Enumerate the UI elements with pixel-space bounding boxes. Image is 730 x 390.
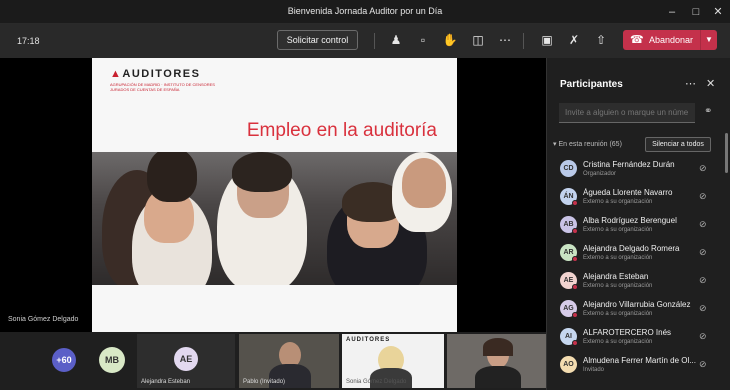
mute-all-button[interactable]: Silenciar a todos bbox=[645, 137, 711, 152]
participant-role: Externo a su organización bbox=[583, 199, 653, 205]
panel-title: Participantes bbox=[560, 79, 623, 90]
participant-tile-name: Alejandra Esteban bbox=[141, 379, 191, 385]
avatar[interactable]: MB bbox=[99, 347, 125, 373]
close-icon[interactable]: ✕ bbox=[706, 77, 715, 90]
section-header[interactable]: ▾ En esta reunión (65) bbox=[553, 140, 622, 148]
minimize-icon[interactable]: – bbox=[664, 4, 680, 20]
window-title: Bienvenida Jornada Auditor por un Día bbox=[287, 6, 443, 16]
phone-hangup-icon: ☎ bbox=[630, 34, 644, 46]
participant-tile-name: Sonia Gómez Delgado bbox=[346, 379, 407, 385]
participant-name: Alejandra Esteban bbox=[583, 272, 649, 281]
photo-person bbox=[147, 152, 197, 202]
meeting-timer: 17:18 bbox=[17, 36, 40, 46]
participant-name: Cristina Fernández Durán bbox=[583, 160, 675, 169]
participant-name: Águeda Llorente Navarro bbox=[583, 188, 673, 197]
avatar: AE bbox=[174, 347, 198, 371]
participant-row[interactable]: AR Alejandra Delgado Romera Externo a su o… bbox=[547, 239, 723, 267]
presence-status-icon bbox=[572, 228, 578, 234]
video-person bbox=[370, 368, 412, 388]
participant-name: Almudena Ferrer Martín de Ol... bbox=[583, 356, 696, 365]
presence-status-icon bbox=[572, 284, 578, 290]
invite-input[interactable] bbox=[559, 103, 695, 123]
slide-headline: Empleo en la auditoría bbox=[246, 120, 437, 141]
title-bar: Bienvenida Jornada Auditor por un Día – … bbox=[0, 0, 730, 24]
participant-name: ALFAROTERCERO Inés bbox=[583, 328, 672, 337]
mic-off-icon[interactable]: ⊘ bbox=[699, 191, 707, 202]
participant-name: Alba Rodríguez Berenguel bbox=[583, 216, 677, 225]
video-person bbox=[475, 366, 521, 388]
mic-off-icon[interactable]: ⊘ bbox=[699, 275, 707, 286]
maximize-icon[interactable]: □ bbox=[688, 4, 704, 20]
participant-tile[interactable]: AE Alejandra Esteban bbox=[137, 334, 235, 388]
avatar: AO bbox=[560, 356, 577, 373]
participant-role: Invitado bbox=[583, 367, 605, 373]
participant-role: Externo a su organización bbox=[583, 283, 653, 289]
presence-status-icon bbox=[572, 340, 578, 346]
leave-button[interactable]: ☎ Abandonar ▼ bbox=[623, 30, 717, 50]
mic-off-icon[interactable]: ⊘ bbox=[699, 219, 707, 230]
participant-name: Alejandro Villarrubia González bbox=[583, 300, 691, 309]
presence-status-icon bbox=[572, 256, 578, 262]
more-options-icon[interactable]: ⋯ bbox=[685, 77, 696, 90]
chat-icon[interactable]: ▫ bbox=[414, 31, 432, 49]
avatar: CD bbox=[560, 160, 577, 177]
participant-row[interactable]: ÁN Águeda Llorente Navarro Externo a su or… bbox=[547, 183, 723, 211]
participant-row[interactable]: AB Alba Rodríguez Berenguel Externo a su o… bbox=[547, 211, 723, 239]
participant-tile[interactable] bbox=[447, 334, 546, 388]
presence-status-icon bbox=[572, 200, 578, 206]
participant-role: Externo a su organización bbox=[583, 311, 653, 317]
presentation-slide: ▲AUDITORES AGRUPACIÓN DE MADRID · INSTIT… bbox=[92, 58, 457, 332]
video-strip: +60 MB AE Alejandra Esteban Pablo (Invit… bbox=[0, 332, 546, 390]
slide-photo bbox=[92, 152, 457, 285]
share-tray-icon[interactable]: ◫ bbox=[469, 31, 487, 49]
scrollbar[interactable] bbox=[725, 133, 728, 173]
camera-icon[interactable]: ▣ bbox=[538, 31, 556, 49]
participant-row[interactable]: AG Alejandro Villarrubia González Externo … bbox=[547, 295, 723, 323]
toolbar-divider bbox=[523, 33, 524, 49]
participant-row[interactable]: AI ALFAROTERCERO Inés Externo a su organiz… bbox=[547, 323, 723, 351]
more-options-icon[interactable]: ⋯ bbox=[496, 31, 514, 49]
participants-icon[interactable]: ♟ bbox=[387, 31, 405, 49]
slide-logo: ▲AUDITORES bbox=[110, 68, 201, 80]
toolbar-divider bbox=[374, 33, 375, 49]
shared-content-stage: ▲AUDITORES AGRUPACIÓN DE MADRID · INSTIT… bbox=[0, 58, 546, 332]
participant-name: Alejandra Delgado Romera bbox=[583, 244, 680, 253]
meeting-toolbar: 17:18 Solicitar control ♟ ▫ ✋ ◫ ⋯ ▣ ✗ ⇧ … bbox=[0, 24, 730, 58]
tile-logo: AUDITORES bbox=[346, 337, 391, 343]
chevron-down-icon[interactable]: ▼ bbox=[700, 30, 717, 50]
presence-status-icon bbox=[572, 312, 578, 318]
photo-person bbox=[232, 152, 292, 192]
mic-off-icon[interactable]: ⊘ bbox=[699, 163, 707, 174]
participant-row[interactable]: AE Alejandra Esteban Externo a su organiza… bbox=[547, 267, 723, 295]
close-icon[interactable]: ✕ bbox=[710, 4, 726, 20]
participant-tile[interactable]: Pablo (Invitado) bbox=[239, 334, 339, 388]
presenter-name: Sonia Gómez Delgado bbox=[8, 316, 79, 323]
share-invite-icon[interactable]: ⚭ bbox=[704, 106, 712, 117]
participant-tile[interactable]: AUDITORES Sonia Gómez Delgado bbox=[342, 334, 444, 388]
participant-role: Externo a su organización bbox=[583, 255, 653, 261]
leave-label: Abandonar bbox=[649, 35, 694, 45]
section-label: En esta reunión (65) bbox=[558, 141, 622, 148]
mic-off-icon[interactable]: ⊘ bbox=[699, 303, 707, 314]
share-screen-icon[interactable]: ⇧ bbox=[592, 31, 610, 49]
participant-role: Organizador bbox=[583, 171, 617, 177]
request-control-button[interactable]: Solicitar control bbox=[277, 30, 358, 50]
video-person bbox=[483, 338, 513, 356]
mic-off-icon[interactable]: ✗ bbox=[565, 31, 583, 49]
participant-role: Externo a su organización bbox=[583, 227, 653, 233]
mic-off-icon[interactable]: ⊘ bbox=[699, 359, 707, 370]
photo-person bbox=[402, 158, 446, 208]
participant-tile-name: Pablo (Invitado) bbox=[243, 379, 286, 385]
slide-logo-subtitle: AGRUPACIÓN DE MADRID · INSTITUTO DE CENS… bbox=[110, 82, 215, 92]
raise-hand-icon[interactable]: ✋ bbox=[441, 31, 459, 49]
slide-logo-text: AUDITORES bbox=[122, 68, 201, 80]
mic-off-icon[interactable]: ⊘ bbox=[699, 247, 707, 258]
participants-panel: Participantes ⋯ ✕ ⚭ ▾ En esta reunión (6… bbox=[546, 58, 730, 390]
mic-off-icon[interactable]: ⊘ bbox=[699, 331, 707, 342]
participant-row[interactable]: AO Almudena Ferrer Martín de Ol... Invitad… bbox=[547, 351, 723, 379]
more-participants-badge[interactable]: +60 bbox=[52, 348, 76, 372]
participant-role: Externo a su organización bbox=[583, 339, 653, 345]
participant-row[interactable]: CD Cristina Fernández Durán Organizador ⊘ bbox=[547, 155, 723, 183]
